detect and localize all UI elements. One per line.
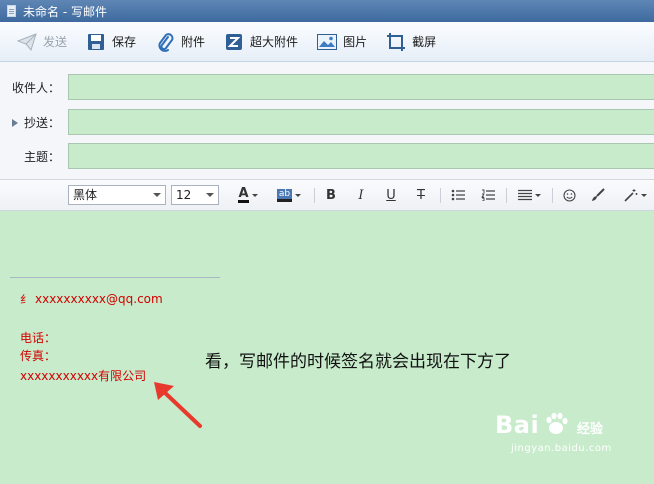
bold-button[interactable]: B xyxy=(322,186,340,204)
annotation-text: 看，写邮件的时候签名就会出现在下方了 xyxy=(205,352,511,372)
numbered-list-button[interactable] xyxy=(478,186,498,204)
message-editor[interactable]: 纟 xxxxxxxxxx@qq.com 电话： 传真： xxxxxxxxxxx有限… xyxy=(0,211,654,484)
font-size-select[interactable]: 12 xyxy=(171,185,219,205)
emoji-button[interactable] xyxy=(560,186,578,204)
stationery-button[interactable] xyxy=(588,186,608,204)
paper-plane-icon xyxy=(16,32,38,52)
large-attachment-icon xyxy=(223,32,245,52)
chevron-down-icon xyxy=(295,193,302,197)
watermark-subtitle: 经验 xyxy=(576,422,603,437)
bullet-list-button[interactable] xyxy=(448,186,468,204)
magic-wand-button[interactable] xyxy=(620,186,650,204)
chevron-down-icon xyxy=(206,193,214,197)
signature-email: 纟 xxxxxxxxxx@qq.com xyxy=(20,292,163,306)
separator xyxy=(314,188,315,203)
paw-icon xyxy=(546,412,568,434)
highlight-color-button[interactable]: ab xyxy=(272,186,306,204)
smiley-icon xyxy=(562,188,576,202)
screenshot-button[interactable]: 截屏 xyxy=(379,28,442,56)
chevron-down-icon xyxy=(153,193,161,197)
chevron-down-icon xyxy=(534,193,541,197)
cc-input[interactable] xyxy=(68,109,654,135)
subject-input[interactable] xyxy=(68,143,654,169)
align-button[interactable] xyxy=(514,186,544,204)
signature-fax: 传真： xyxy=(20,349,57,363)
to-label: 收件人： xyxy=(11,81,60,95)
floppy-disk-icon xyxy=(85,32,107,52)
numbered-list-icon xyxy=(481,189,495,201)
separator xyxy=(506,188,507,203)
subject-row: 主题： xyxy=(0,143,654,171)
magic-wand-icon xyxy=(623,189,637,202)
cc-label[interactable]: 抄送： xyxy=(0,109,60,137)
font-family-select[interactable]: 黑体 xyxy=(68,185,166,205)
strikethrough-button[interactable]: T xyxy=(412,186,430,204)
compose-header: 收件人： 抄送： 主题： xyxy=(0,62,654,180)
paperclip-icon xyxy=(154,32,176,52)
crop-icon xyxy=(385,32,407,52)
expand-arrow-icon[interactable] xyxy=(12,119,18,127)
compose-toolbar: 发送 保存 附件 超大附件 图片 截屏 xyxy=(0,22,654,62)
send-button[interactable]: 发送 xyxy=(10,28,73,56)
signature-phone: 电话： xyxy=(20,331,57,345)
signature-company: xxxxxxxxxxx有限公司 xyxy=(20,369,147,383)
separator xyxy=(440,188,441,203)
large-attachment-button[interactable]: 超大附件 xyxy=(217,28,304,56)
separator xyxy=(552,188,553,203)
signature-divider xyxy=(10,277,220,278)
italic-button[interactable]: I xyxy=(352,186,370,204)
highlight-icon: ab xyxy=(276,188,293,202)
title-bar: 未命名 - 写邮件 xyxy=(0,0,654,22)
font-color-icon: A xyxy=(238,185,249,203)
format-toolbar: 黑体 12 A ab B I U T xyxy=(0,180,654,211)
to-row: 收件人： xyxy=(0,74,654,102)
brush-icon xyxy=(592,188,605,201)
red-arrow-annotation xyxy=(154,382,202,428)
watermark-brand: Bai xyxy=(495,411,540,439)
align-left-icon xyxy=(517,189,532,201)
insert-image-button[interactable]: 图片 xyxy=(310,28,373,56)
attachment-button[interactable]: 附件 xyxy=(148,28,211,56)
cc-row: 抄送： xyxy=(0,109,654,137)
subject-label: 主题： xyxy=(23,150,60,164)
image-icon xyxy=(316,32,338,52)
chevron-down-icon xyxy=(251,193,258,197)
chevron-down-icon xyxy=(640,193,647,197)
underline-button[interactable]: U xyxy=(382,186,400,204)
document-icon xyxy=(7,5,16,17)
save-button[interactable]: 保存 xyxy=(79,28,142,56)
watermark-url: jingyan.baidu.com xyxy=(511,443,612,454)
font-color-button[interactable]: A xyxy=(232,186,264,204)
bullet-list-icon xyxy=(451,189,465,201)
baidu-watermark: Bai 经验 jingyan.baidu.com xyxy=(495,411,611,454)
to-input[interactable] xyxy=(68,74,654,100)
window-title: 未命名 - 写邮件 xyxy=(23,4,107,19)
signature-marker: 纟 xyxy=(20,293,31,306)
